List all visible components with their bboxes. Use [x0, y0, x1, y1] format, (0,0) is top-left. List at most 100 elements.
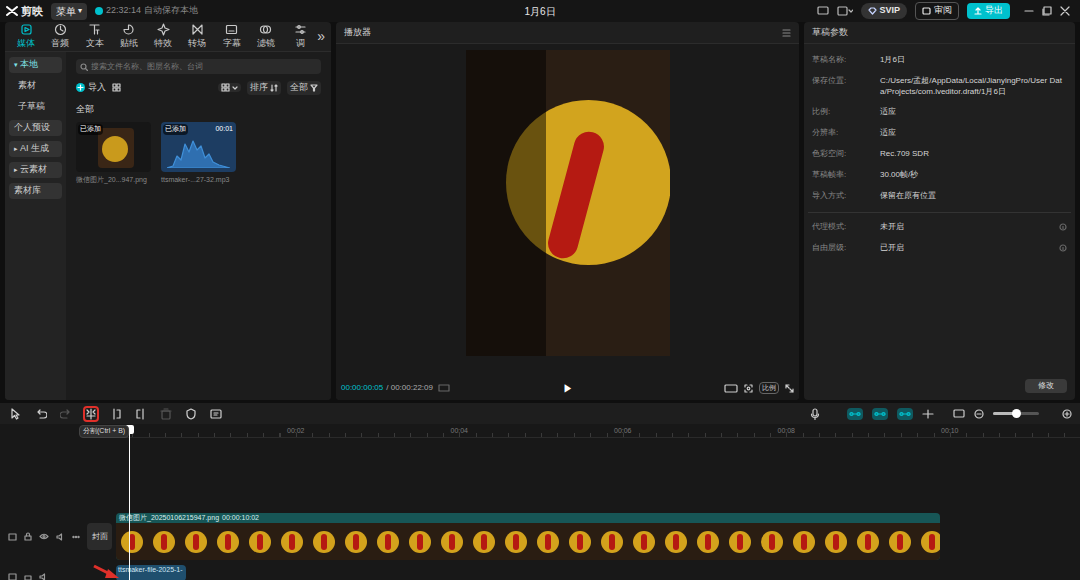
tool-splitright-icon[interactable] — [133, 406, 149, 422]
search-input[interactable] — [91, 61, 317, 73]
fit-icon[interactable] — [744, 384, 753, 393]
cover-button[interactable]: 封面 — [87, 523, 112, 550]
link-toggle-icon[interactable] — [847, 408, 863, 420]
review-button[interactable]: 审阅 — [915, 2, 959, 20]
frame-pepper — [417, 534, 423, 550]
sort-button[interactable]: 排序 — [247, 81, 281, 95]
sidebar-item[interactable]: ▸AI 生成 — [9, 141, 62, 157]
timeline[interactable]: 00:0200:0400:0600:0800:10封面微信图片_20250106… — [0, 424, 1080, 580]
clip-frame — [340, 523, 372, 560]
eye-icon[interactable] — [39, 533, 49, 540]
audio-clip[interactable]: ttsmaker-file-2025-1- — [116, 565, 186, 580]
sidebar-item[interactable]: 素材 — [9, 78, 62, 94]
frame-pepper — [737, 534, 743, 550]
zoom-knob[interactable] — [1012, 409, 1021, 418]
snap-icon[interactable] — [922, 409, 934, 419]
media-thumbnail[interactable]: 00:01已添加 — [161, 122, 236, 172]
tool-split-icon[interactable] — [83, 406, 99, 422]
zoom-slider[interactable] — [993, 412, 1039, 415]
frame-pepper — [161, 534, 167, 550]
media-tab[interactable]: 滤镜 — [249, 23, 283, 51]
media-tab[interactable]: 字幕 — [215, 23, 249, 51]
minimize-icon[interactable] — [1024, 6, 1034, 16]
sidebar-item[interactable]: ▾本地 — [9, 57, 62, 73]
frame-pepper — [641, 534, 647, 550]
tool-splitleft-icon[interactable] — [108, 406, 124, 422]
svip-badge[interactable]: SVIP — [861, 3, 907, 19]
play-button[interactable]: ▶ — [563, 381, 573, 396]
playhead[interactable] — [129, 425, 130, 580]
media-tab[interactable]: 文本 — [78, 23, 112, 51]
media-item[interactable]: 00:01已添加 ttsmaker-...27-32.mp3 — [161, 122, 236, 186]
screen-icon[interactable] — [817, 6, 829, 16]
media-tab[interactable]: 音频 — [43, 23, 77, 51]
draft-extra-fields: 代理模式:未开启自由层级:已开启 — [804, 213, 1075, 254]
tab-icon — [225, 23, 238, 36]
sidebar-item[interactable]: 子草稿 — [9, 99, 62, 115]
clip-frame — [756, 523, 788, 560]
project-title: 1月6日 — [420, 4, 660, 19]
media-thumbnail[interactable]: 已添加 — [76, 122, 151, 172]
frame-pepper — [257, 534, 263, 550]
import-button[interactable]: 导入 — [76, 81, 106, 95]
link-toggle-icon[interactable] — [897, 408, 913, 420]
media-tab[interactable]: 贴纸 — [112, 23, 146, 51]
lock-icon[interactable] — [24, 572, 32, 580]
media-name: ttsmaker-...27-32.mp3 — [161, 175, 236, 186]
speaker-icon[interactable] — [56, 533, 65, 541]
media-tab[interactable]: 转场 — [180, 23, 214, 51]
menu-button[interactable]: 菜单▾ — [51, 3, 87, 20]
tool-ai-icon[interactable] — [208, 406, 224, 422]
layout-icon[interactable] — [837, 6, 853, 16]
media-tab[interactable]: 特效 — [146, 23, 180, 51]
media-tab[interactable]: 调 — [283, 23, 317, 51]
sidebar-item[interactable]: 素材库 — [9, 183, 62, 199]
player-menu-icon[interactable] — [782, 29, 791, 37]
track-thumb-icon[interactable] — [8, 573, 17, 580]
draft-header: 草稿参数 — [804, 22, 1075, 44]
sidebar-item[interactable]: ▸云素材 — [9, 162, 62, 178]
frame-plate — [569, 531, 591, 553]
tool-undo-icon[interactable] — [33, 406, 49, 422]
grid-view-icon[interactable] — [112, 83, 121, 92]
more-icon[interactable] — [72, 535, 80, 539]
time-ruler[interactable] — [116, 424, 1080, 438]
maximize-icon[interactable] — [1042, 6, 1052, 16]
media-item[interactable]: 已添加微信图片_20...947.png — [76, 122, 151, 186]
media-tab[interactable]: 媒体 — [9, 23, 43, 51]
frame-plate — [921, 531, 940, 553]
field-label: 导入方式: — [812, 190, 880, 202]
export-button[interactable]: 导出 — [967, 3, 1010, 19]
video-clip[interactable]: 微信图片_20250106215947.png00:00:10:02 — [116, 513, 940, 560]
modify-wrap: 修改 — [1025, 371, 1067, 395]
view-dropdown[interactable] — [218, 83, 241, 92]
frame-pepper — [801, 534, 807, 550]
quality-icon[interactable] — [724, 384, 738, 393]
tab-icon — [54, 23, 67, 36]
ratio-button[interactable]: 比例 — [759, 382, 779, 395]
clip-frame — [820, 523, 852, 560]
close-icon[interactable] — [1060, 6, 1070, 16]
title-right: SVIP 审阅导出 — [660, 2, 1080, 20]
lock-icon[interactable] — [24, 532, 32, 541]
modify-button[interactable]: 修改 — [1025, 379, 1067, 393]
link-toggle-icon[interactable] — [872, 408, 888, 420]
tool-select-icon[interactable] — [8, 406, 24, 422]
tool-shield-icon[interactable] — [183, 406, 199, 422]
clip-frame — [500, 523, 532, 560]
speaker-icon[interactable] — [39, 573, 48, 580]
track-thumb-icon[interactable] — [8, 533, 17, 541]
tab-icon — [122, 23, 135, 36]
fullscreen-icon[interactable] — [785, 384, 794, 393]
zoom-in-icon[interactable] — [1062, 409, 1072, 419]
more-tabs-button[interactable]: » — [317, 26, 327, 47]
microphone-icon[interactable] — [810, 408, 820, 420]
sidebar-label: 云素材 — [20, 163, 47, 177]
filter-button[interactable]: 全部 — [287, 81, 321, 95]
search-field[interactable] — [76, 59, 321, 74]
annotation-arrow-icon — [92, 562, 122, 580]
audio-track-controls — [8, 572, 48, 580]
sidebar-item[interactable]: 个人预设 — [9, 120, 62, 136]
zoom-out-icon[interactable] — [974, 409, 984, 419]
preview-axis-icon[interactable] — [953, 409, 965, 419]
